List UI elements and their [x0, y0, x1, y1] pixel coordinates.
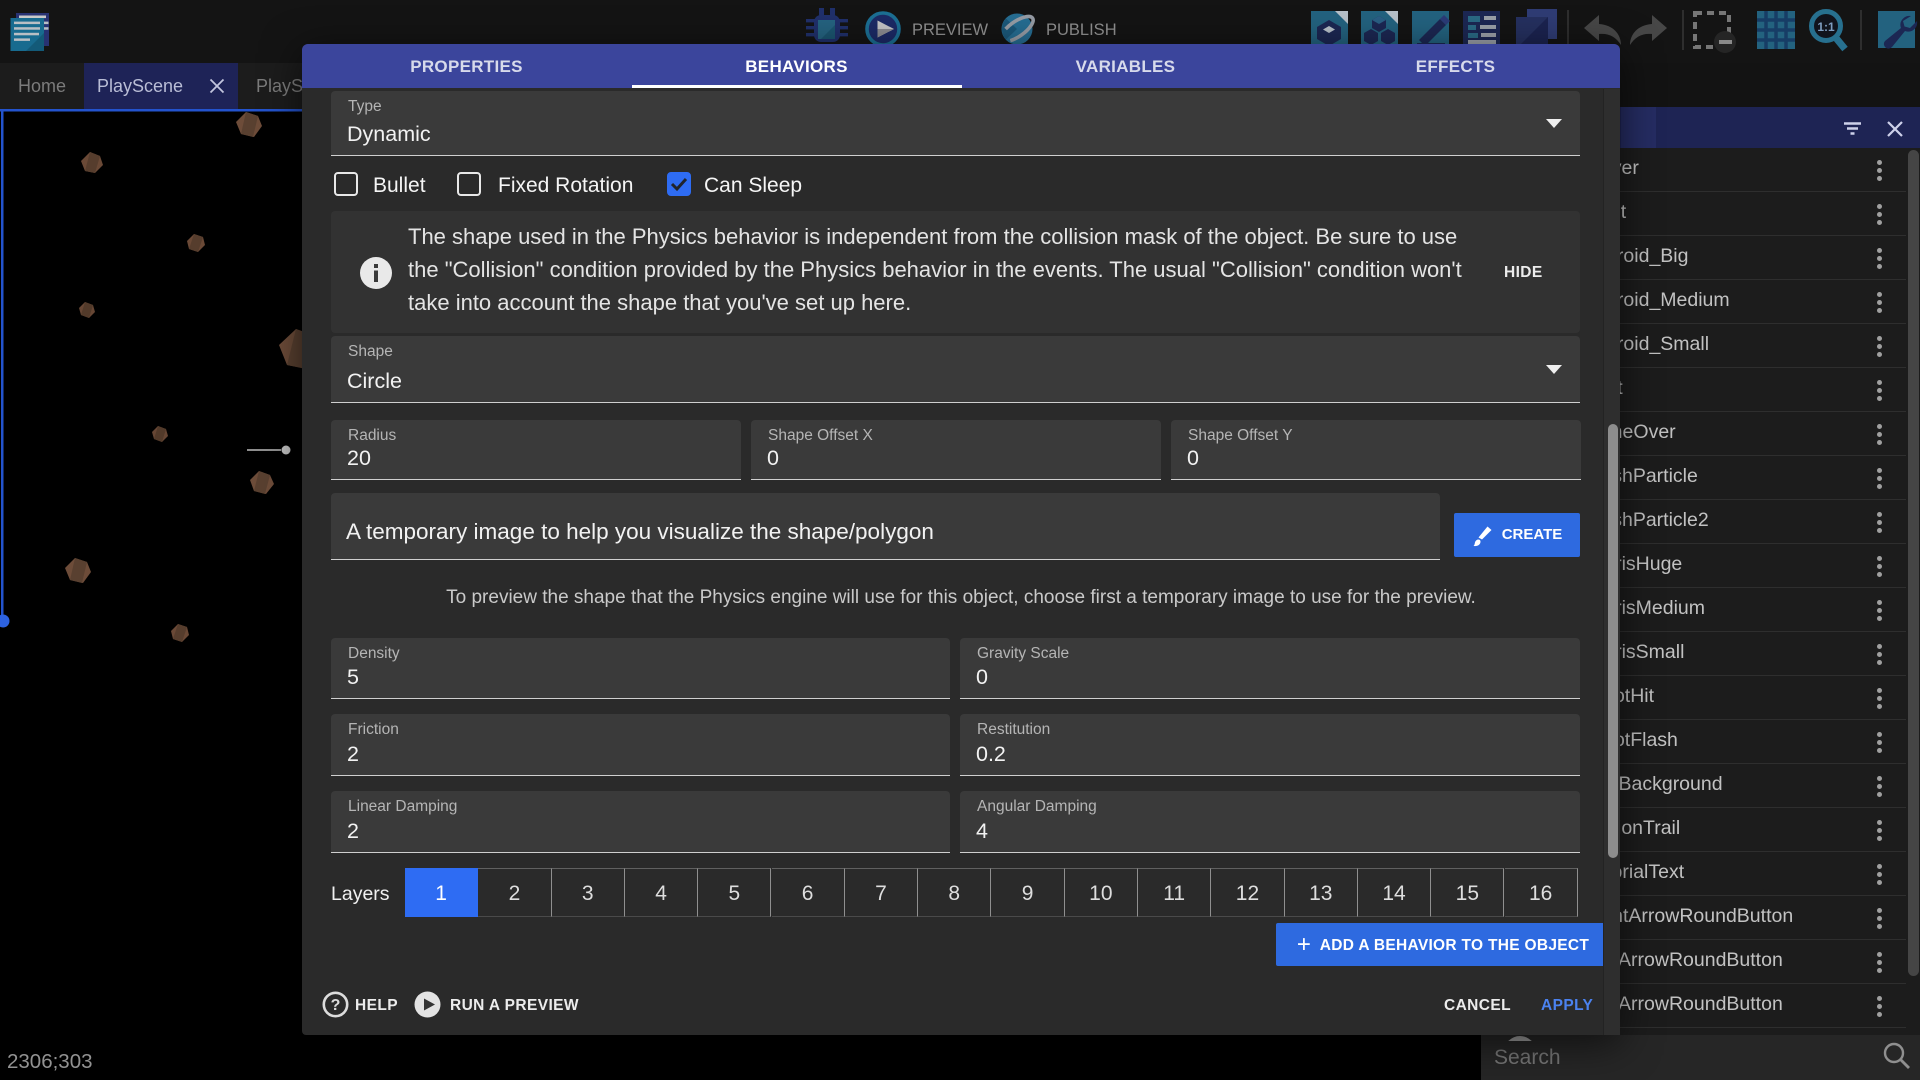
- svg-text:1:1: 1:1: [1817, 20, 1835, 34]
- svg-text:?: ?: [331, 997, 341, 1014]
